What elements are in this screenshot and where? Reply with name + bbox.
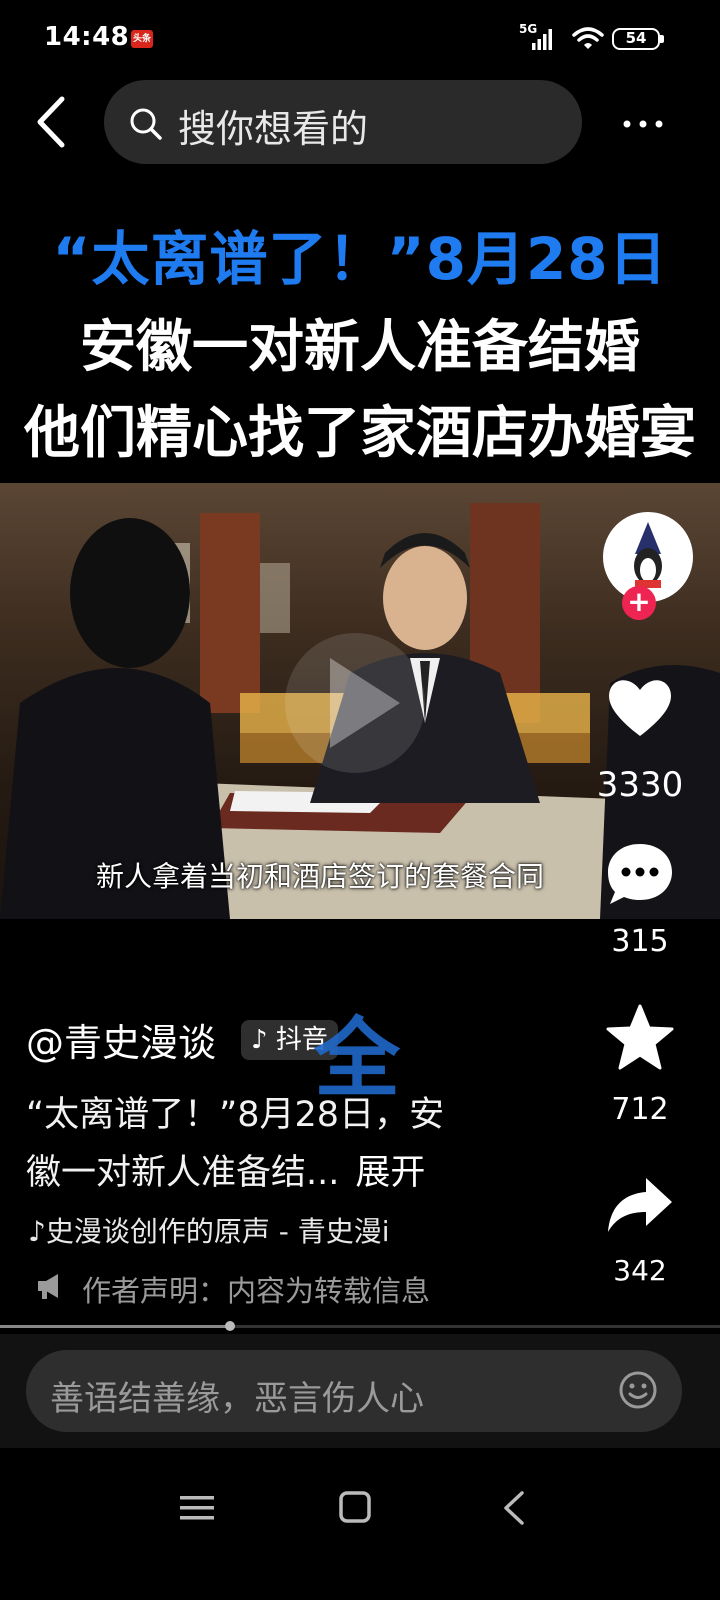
headline-line-3: 他们精心找了家酒店办婚宴 [24, 401, 696, 466]
search-placeholder[interactable]: 搜你想看的 [178, 98, 368, 153]
follow-button[interactable]: + [622, 586, 656, 620]
back-icon[interactable] [32, 95, 72, 149]
caption-line-1: “太离谱了！”8月28日，安 [26, 1095, 445, 1135]
comment-icon[interactable] [604, 838, 676, 910]
comment-count: 315 [611, 924, 669, 959]
man-face [383, 546, 467, 650]
home-icon[interactable] [338, 1490, 372, 1524]
author-name[interactable]: @青史漫谈 [26, 1012, 216, 1067]
caption-line-2-text: 徽一对新人准备结... [26, 1153, 340, 1193]
star-icon[interactable] [604, 1002, 676, 1074]
search-icon [130, 108, 162, 140]
wifi-icon [572, 27, 604, 49]
headline-line-1: “太离谱了！”8月28日 [52, 225, 668, 293]
author-declaration: 作者声明：内容为转载信息 [82, 1274, 431, 1308]
video-subtitle: 新人拿着当初和酒店签订的套餐合同 [95, 860, 544, 893]
emoji-icon[interactable] [618, 1370, 658, 1410]
favorite-count: 712 [611, 1092, 669, 1127]
music-title: 史漫谈创作的原声 - 青史漫i [45, 1215, 390, 1248]
more-icon[interactable] [618, 104, 668, 144]
progress-handle[interactable] [225, 1321, 236, 1331]
status-time: 14:48 [44, 22, 130, 52]
pillar [200, 513, 260, 713]
expand-button[interactable]: 展开 [355, 1153, 425, 1193]
signal-icon [532, 29, 552, 50]
share-count: 342 [613, 1254, 667, 1287]
caption-line-2: 徽一对新人准备结... 展开 [26, 1144, 425, 1195]
share-icon[interactable] [604, 1170, 676, 1242]
battery-tip [660, 35, 664, 43]
progress-fill [0, 1325, 231, 1328]
music-info[interactable]: ♪史漫谈创作的原声 - 青史漫i [28, 1210, 438, 1250]
menu-icon[interactable] [180, 1494, 214, 1522]
megaphone-icon [38, 1274, 58, 1299]
like-count: 3330 [596, 765, 684, 805]
music-note-icon: ♪ [28, 1215, 46, 1248]
heart-icon[interactable] [604, 672, 676, 744]
headline-line-2: 安徽一对新人准备结婚 [80, 315, 640, 380]
tiktok-icon: ♪ [251, 1025, 268, 1055]
comment-placeholder[interactable]: 善语结善缘，恶言伤人心 [50, 1371, 424, 1420]
app-notification-icon: 头条 [131, 30, 153, 48]
woman-hair [70, 518, 190, 668]
battery-icon: 54 [612, 28, 660, 50]
nav-back-icon[interactable] [500, 1490, 528, 1526]
